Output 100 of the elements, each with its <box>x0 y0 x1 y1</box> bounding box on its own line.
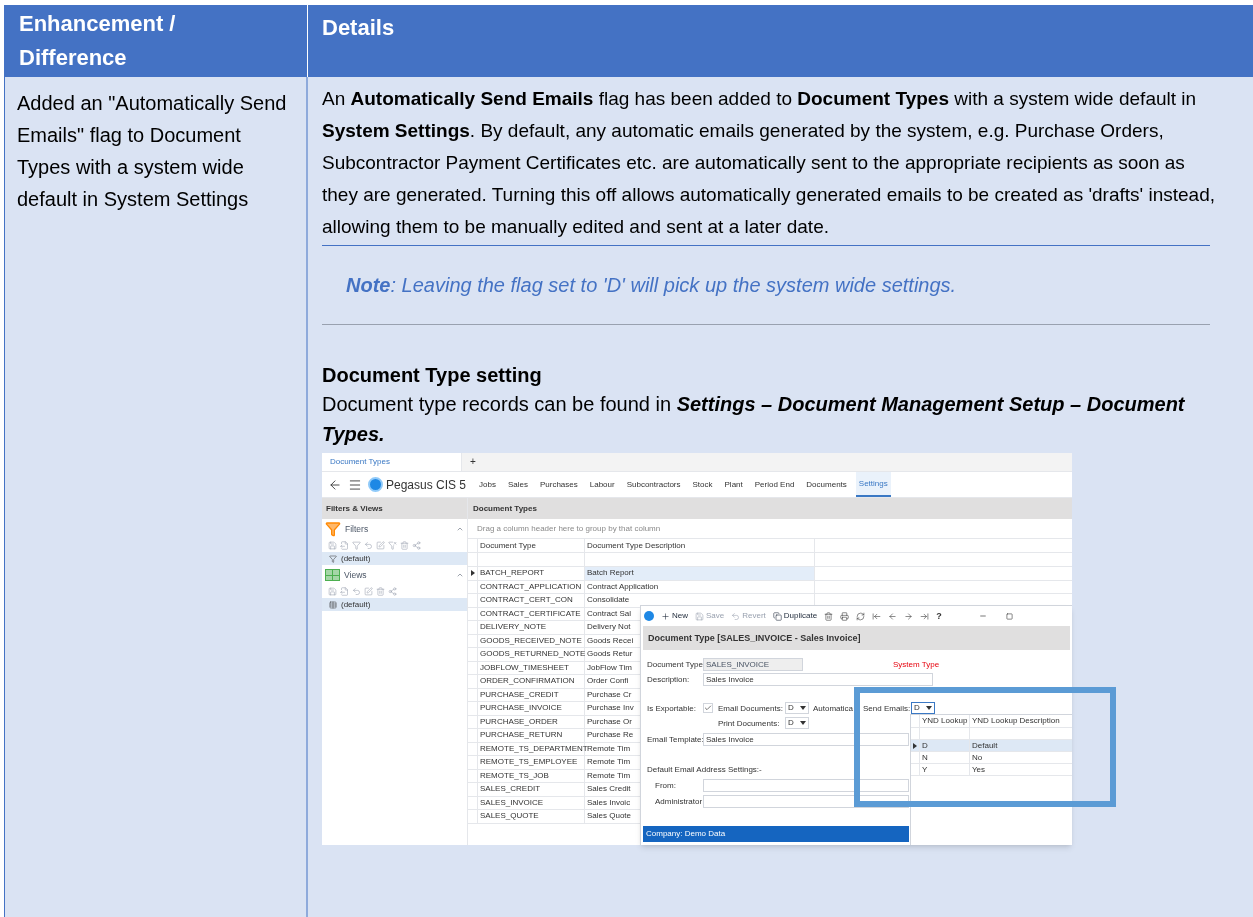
table-cell: CONTRACT_CERT_CON <box>477 594 585 607</box>
trash-icon[interactable] <box>400 541 409 550</box>
table-cell: Batch Report <box>585 567 815 580</box>
undo-icon[interactable] <box>364 541 373 550</box>
help-button[interactable]: ? <box>936 611 942 621</box>
column-header: Details <box>321 14 396 42</box>
row-indicator-icon <box>470 570 475 577</box>
table-cell: JOBFLOW_TIMESHEET <box>477 661 585 674</box>
menu-item[interactable]: Subcontractors <box>623 472 684 497</box>
collapse-icon[interactable] <box>456 571 464 579</box>
input-field[interactable] <box>703 779 909 792</box>
field-label: Administrator: <box>655 798 705 806</box>
copy-icon <box>772 611 782 621</box>
menu-item[interactable]: Labour <box>586 472 618 497</box>
table-cell: Contract Application <box>585 580 815 593</box>
export-icon[interactable] <box>340 587 349 596</box>
plus-icon <box>661 611 670 621</box>
caret-icon <box>800 706 806 710</box>
checkbox[interactable] <box>703 703 713 713</box>
share-icon[interactable] <box>412 541 421 550</box>
table-cell: ORDER_CONFIRMATION <box>477 675 585 688</box>
refresh-icon[interactable] <box>856 611 866 621</box>
save-icon[interactable] <box>328 541 337 550</box>
share-icon[interactable] <box>388 587 397 596</box>
menu-item[interactable]: Purchases <box>536 472 581 497</box>
grid-icon <box>325 569 340 581</box>
edit-icon[interactable] <box>376 541 385 550</box>
table-cell: SALES_QUOTE <box>477 810 585 823</box>
field-label: Email Template: <box>647 736 704 744</box>
column-header[interactable]: Document Type <box>477 539 585 552</box>
table-cell: PURCHASE_INVOICE <box>477 702 585 715</box>
table-cell: GOODS_RETURNED_NOTE <box>477 648 585 661</box>
column-header[interactable]: YND Lookup <box>920 715 970 727</box>
funnel-icon[interactable] <box>352 541 361 550</box>
field-label: From: <box>655 782 676 790</box>
export-icon[interactable] <box>340 541 349 550</box>
column-header[interactable]: YND Lookup Description <box>970 715 1072 727</box>
table-icon <box>329 600 337 609</box>
app-name: Pegasus CIS 5 <box>386 478 467 491</box>
dropdown-field[interactable]: D <box>785 702 809 714</box>
note-text: Note: Leaving the flag set to 'D' will pick up the system wide settings. <box>345 273 958 298</box>
toolbar-button[interactable]: Duplicate <box>772 611 818 621</box>
table-cell: DELIVERY_NOTE <box>477 621 585 634</box>
column-header: Enhancement / Difference <box>19 10 177 72</box>
undo-icon <box>731 611 741 621</box>
collapse-icon[interactable] <box>456 525 464 533</box>
funnel-x-icon[interactable] <box>388 541 397 550</box>
field-label: Send Emails: <box>863 705 911 713</box>
field-label: Is Exportable: <box>647 705 696 713</box>
trash-icon[interactable] <box>376 587 385 596</box>
lookup-row[interactable]: D Default <box>911 740 1072 752</box>
menu-item[interactable]: Sales <box>504 472 531 497</box>
input-field[interactable]: Sales Invoice <box>703 733 909 746</box>
edit-icon[interactable] <box>364 587 373 596</box>
input-field[interactable]: Sales Invoice <box>703 673 933 686</box>
field-label: Email Documents: <box>718 705 783 713</box>
table-cell: CONTRACT_CERTIFICATE <box>477 607 585 620</box>
column-header[interactable]: Document Type Description <box>585 539 815 552</box>
input-field[interactable] <box>703 795 909 808</box>
group-hint: Drag a column header here to group by that column <box>468 519 1072 539</box>
logo-icon <box>368 477 383 492</box>
first-record-icon[interactable] <box>872 611 882 621</box>
location-text: Document type records can be found in Settings – Document Management Setup – Document Types. <box>322 392 1186 447</box>
dropdown-field[interactable]: D <box>911 702 935 714</box>
dialog-title: Document Type [SALES_INVOICE - Sales Invoice] <box>643 626 1070 650</box>
toolbar-button[interactable]: New <box>661 611 688 621</box>
input-field[interactable]: SALES_INVOICE <box>703 658 803 671</box>
maximize-icon[interactable] <box>1005 612 1013 620</box>
menu-icon[interactable] <box>348 477 362 492</box>
menu-item[interactable]: Documents <box>803 472 850 497</box>
logo-icon <box>644 611 654 621</box>
table-cell: REMOTE_TS_EMPLOYEE <box>477 756 585 769</box>
save-icon[interactable] <box>328 587 337 596</box>
menu-item[interactable]: Settings <box>855 472 891 497</box>
menu-item[interactable]: Period End <box>751 472 798 497</box>
list-item[interactable]: (default) <box>322 598 467 611</box>
table-cell: PURCHASE_CREDIT <box>477 688 585 701</box>
caret-icon <box>926 706 932 710</box>
menu-item[interactable]: Stock <box>689 472 716 497</box>
save-icon <box>695 611 704 621</box>
lookup-row[interactable]: N No <box>911 752 1072 764</box>
undo-icon[interactable] <box>352 587 361 596</box>
previous-icon[interactable] <box>888 611 898 621</box>
field-label: Description: <box>647 676 690 684</box>
enhancement-text: Added an "Automatically Send Emails" flag to Document Types with a system wide default in System Settings <box>5 77 308 917</box>
menu-item[interactable]: Jobs <box>476 472 499 497</box>
menu-item[interactable]: Plant <box>721 472 746 497</box>
new-tab-button[interactable]: + <box>462 453 484 471</box>
table-cell: CONTRACT_APPLICATION <box>477 580 585 593</box>
minimize-icon[interactable] <box>978 612 987 620</box>
lookup-row[interactable]: Y Yes <box>911 764 1072 776</box>
dropdown-field[interactable]: D <box>785 717 809 729</box>
printer-icon[interactable] <box>840 611 850 621</box>
back-icon[interactable] <box>328 477 342 492</box>
field-label: Print Documents: <box>718 720 780 728</box>
next-icon[interactable] <box>904 611 914 621</box>
last-record-icon[interactable] <box>920 611 930 621</box>
tab[interactable]: Document Types <box>322 453 462 471</box>
delete-icon[interactable] <box>824 611 834 621</box>
list-item[interactable]: (default) <box>322 552 467 565</box>
